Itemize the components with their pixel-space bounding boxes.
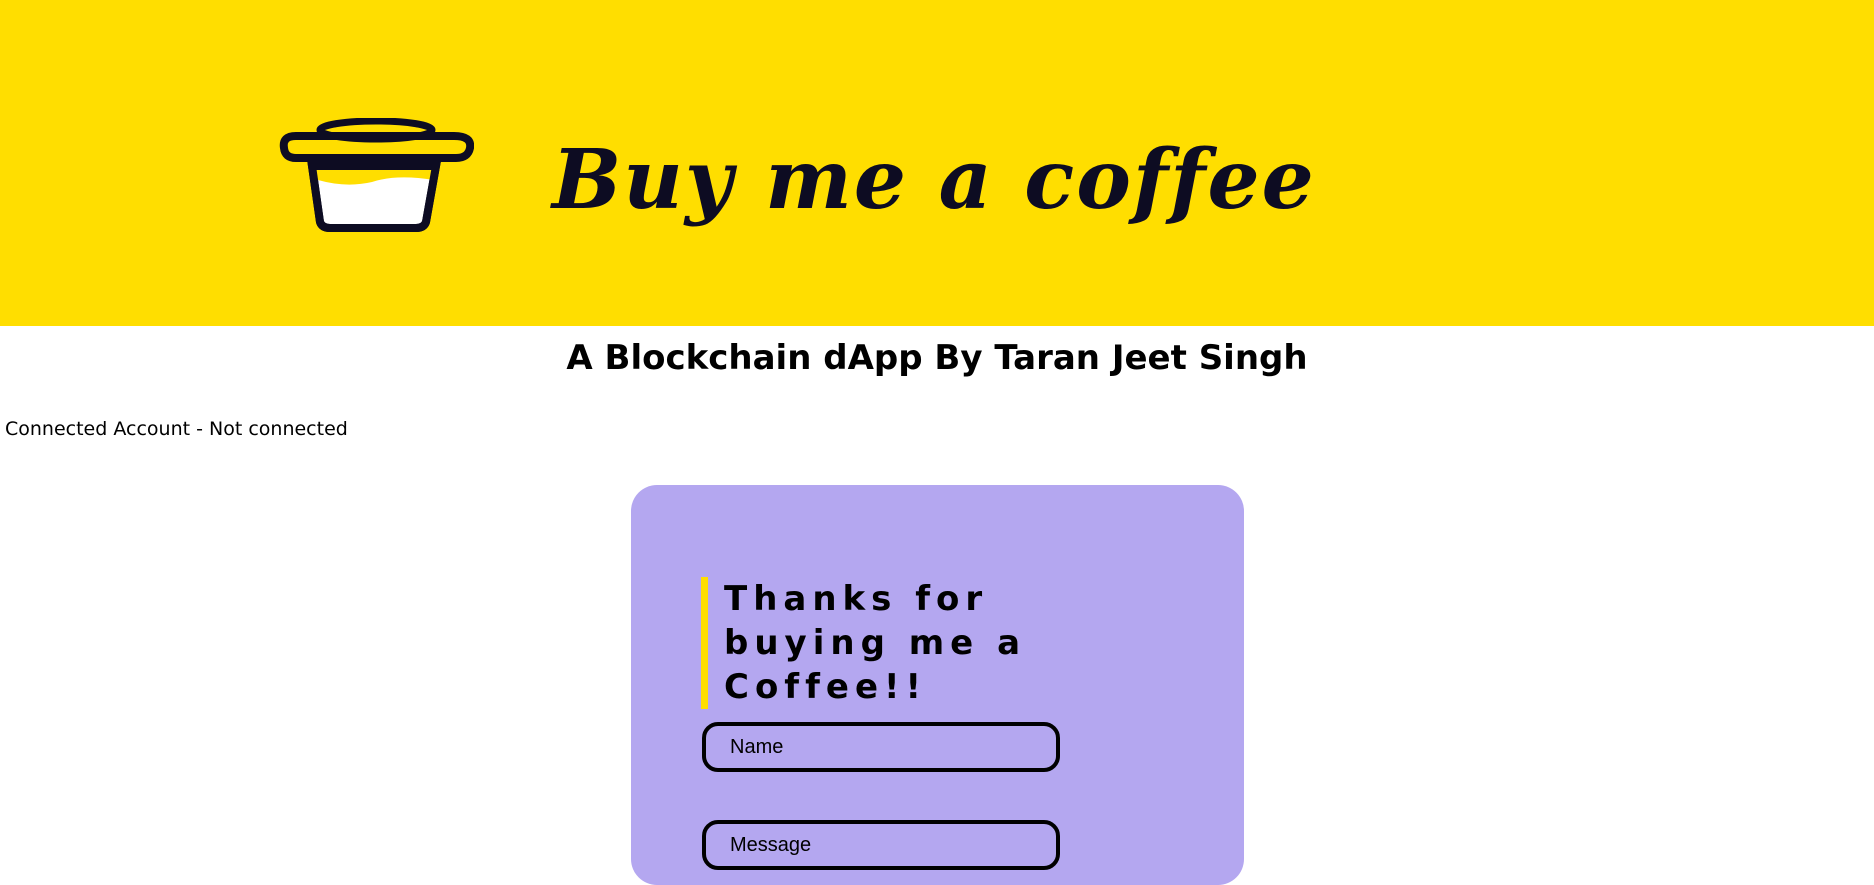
message-input[interactable]	[702, 820, 1060, 870]
page-title: A Blockchain dApp By Taran Jeet Singh	[566, 338, 1308, 378]
connected-account-status: Connected Account - Not connected	[5, 418, 348, 440]
header-banner: Buy me a coffee	[0, 0, 1874, 326]
form-heading: Thanks for buying me a Coffee!!	[701, 577, 1164, 709]
brand-wordmark: Buy me a coffee	[552, 132, 1316, 228]
coffee-form-card: Thanks for buying me a Coffee!!	[631, 485, 1244, 885]
name-input[interactable]	[702, 722, 1060, 772]
coffee-cup-icon	[279, 118, 474, 232]
